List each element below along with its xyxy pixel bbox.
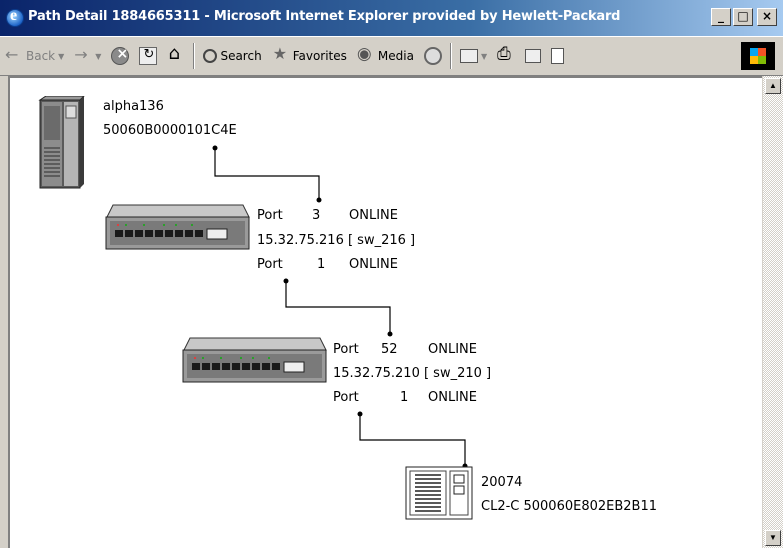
wire-endpoint-dot <box>316 197 322 203</box>
storage-array-icon[interactable] <box>405 466 475 520</box>
switch2-port-in-number: 52 <box>381 342 398 357</box>
switch1-port-out-status: ONLINE <box>349 257 398 272</box>
host-wwn: 50060B0000101C4E <box>103 123 237 138</box>
host-name: alpha136 <box>103 99 164 114</box>
switch1-address: 15.32.75.216 [ sw_216 ] <box>257 233 416 248</box>
storage-wwn: CL2-C 500060E802EB2B11 <box>481 499 658 514</box>
link-switch1-switch2 <box>285 281 391 334</box>
path-connectors <box>212 145 468 469</box>
wire-endpoint-dot <box>283 278 289 284</box>
switch2-port-out-label: Port <box>333 390 359 405</box>
switch1-port-out-number: 1 <box>317 257 326 272</box>
switch2-port-out-status: ONLINE <box>428 390 477 405</box>
wire-endpoint-dot <box>387 331 393 337</box>
switch1-port-in-number: 3 <box>312 208 321 223</box>
link-host-switch1 <box>214 148 320 200</box>
switch2-port-in-status: ONLINE <box>428 342 477 357</box>
switch1-port-in-label: Port <box>257 208 283 223</box>
server-icon[interactable] <box>38 96 86 190</box>
switch1-port-in-status: ONLINE <box>349 208 398 223</box>
switch-icon[interactable] <box>180 336 328 386</box>
wire-endpoint-dot <box>212 145 218 151</box>
switch2-port-in-label: Port <box>333 342 359 357</box>
switch-icon[interactable] <box>103 203 251 253</box>
switch2-address: 15.32.75.210 [ sw_210 ] <box>333 366 492 381</box>
storage-name: 20074 <box>481 475 523 490</box>
switch1-port-out-label: Port <box>257 257 283 272</box>
switch2-port-out-number: 1 <box>400 390 409 405</box>
wire-endpoint-dot <box>357 411 363 417</box>
link-switch2-storage <box>359 414 466 466</box>
